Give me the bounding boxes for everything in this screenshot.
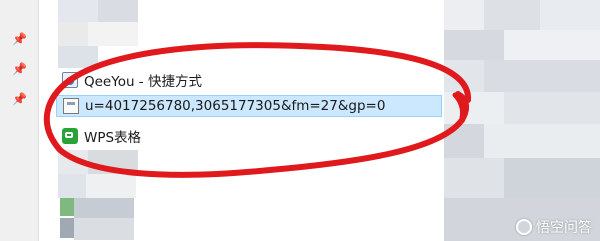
pin-icon[interactable]: 📌 [12, 32, 27, 46]
speech-bubble-icon [516, 219, 532, 235]
blurred-region-right [444, 0, 600, 241]
pin-icon[interactable]: 📌 [12, 62, 27, 76]
quick-access-pin-rail: 📌 📌 📌 [0, 0, 39, 241]
list-item[interactable]: WPS表格 [56, 125, 442, 147]
watermark: 悟空问答 [516, 217, 592, 237]
pin-icon[interactable]: 📌 [12, 92, 27, 106]
list-item-label: u=4017256780,3065177305&fm=27&gp=0 [85, 98, 386, 114]
list-item-label: WPS表格 [84, 130, 142, 146]
list-item[interactable]: QeeYou - 快捷方式 [56, 69, 442, 91]
file-list: QeeYou - 快捷方式 u=4017256780,3065177305&fm… [56, 0, 442, 241]
watermark-label: 悟空问答 [536, 220, 592, 236]
image-file-icon [63, 98, 79, 114]
list-item-selected[interactable]: u=4017256780,3065177305&fm=27&gp=0 [56, 95, 442, 117]
wps-spreadsheet-icon [62, 128, 78, 144]
app-shortcut-icon [62, 72, 78, 88]
list-item-label: QeeYou - 快捷方式 [84, 74, 202, 90]
